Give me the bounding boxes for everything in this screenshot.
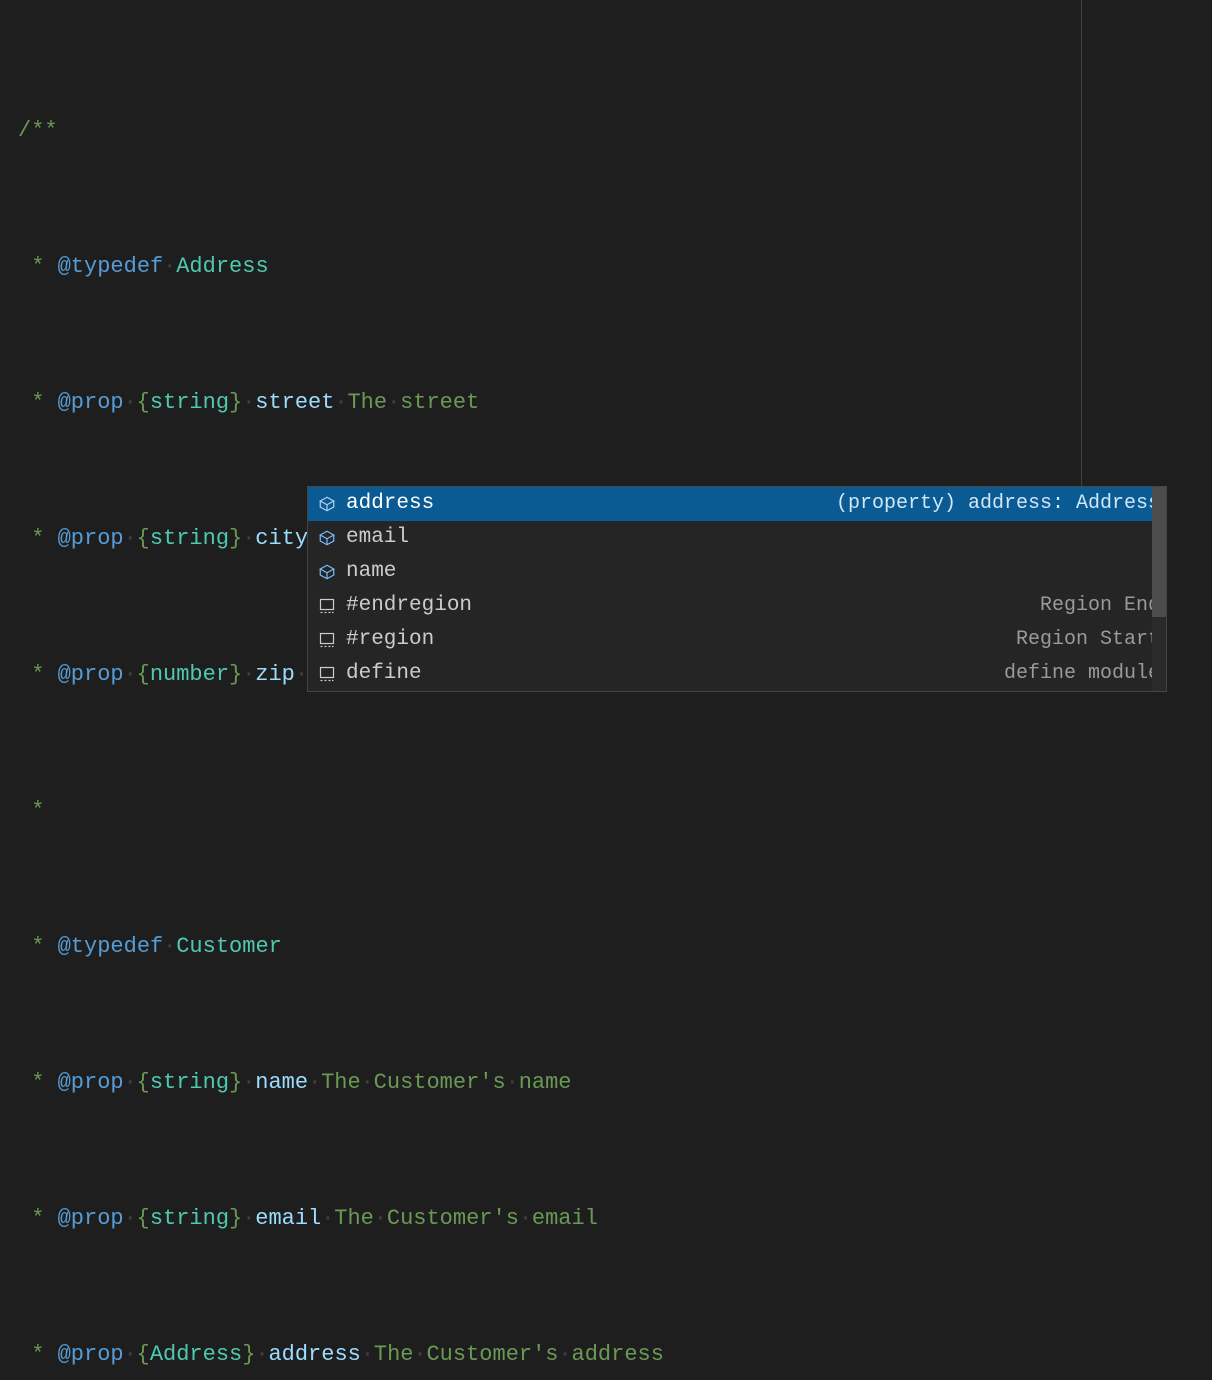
suggest-item-address[interactable]: address (property) address: Address	[308, 487, 1166, 521]
field-icon	[314, 495, 340, 513]
code-line: * @prop·{string}·name·The·Customer's·nam…	[18, 1066, 1212, 1100]
jsdoc-tag: @typedef	[58, 254, 164, 279]
code-line: /**	[18, 114, 1212, 148]
suggest-detail: (property) address: Address	[836, 487, 1160, 521]
autocomplete-popup[interactable]: address (property) address: Address emai…	[307, 486, 1167, 692]
field-icon	[314, 563, 340, 581]
suggest-label: #region	[346, 623, 434, 657]
suggest-scrollbar[interactable]	[1152, 487, 1166, 691]
code-line: *	[18, 794, 1212, 828]
suggest-item-endregion[interactable]: #endregion Region End	[308, 589, 1166, 623]
suggest-label: address	[346, 487, 434, 521]
code-line: * @prop·{string}·street·The·street	[18, 386, 1212, 420]
suggest-item-email[interactable]: email	[308, 521, 1166, 555]
suggest-detail: Region Start	[1016, 623, 1160, 657]
field-icon	[314, 529, 340, 547]
suggest-detail: Region End	[1040, 589, 1160, 623]
snippet-icon	[314, 632, 340, 648]
suggest-label: #endregion	[346, 589, 472, 623]
param-name: street	[255, 390, 334, 415]
code-line: * @prop·{string}·email·The·Customer's·em…	[18, 1202, 1212, 1236]
code-line: * @typedef·Customer	[18, 930, 1212, 964]
suggest-label: define	[346, 657, 422, 691]
suggest-detail: define module	[1004, 657, 1160, 691]
suggest-scrollbar-thumb[interactable]	[1152, 487, 1166, 617]
jsdoc-tag: @prop	[58, 390, 124, 415]
type-name: Address	[176, 254, 268, 279]
suggest-label: email	[346, 521, 409, 555]
snippet-icon	[314, 598, 340, 614]
comment-start: /**	[18, 118, 58, 143]
suggest-label: name	[346, 555, 396, 589]
suggest-item-name[interactable]: name	[308, 555, 1166, 589]
snippet-icon	[314, 666, 340, 682]
code-line: * @typedef·Address	[18, 250, 1212, 284]
code-line: * @prop·{Address}·address·The·Customer's…	[18, 1338, 1212, 1372]
suggest-item-region[interactable]: #region Region Start	[308, 623, 1166, 657]
suggest-item-define[interactable]: define define module	[308, 657, 1166, 691]
